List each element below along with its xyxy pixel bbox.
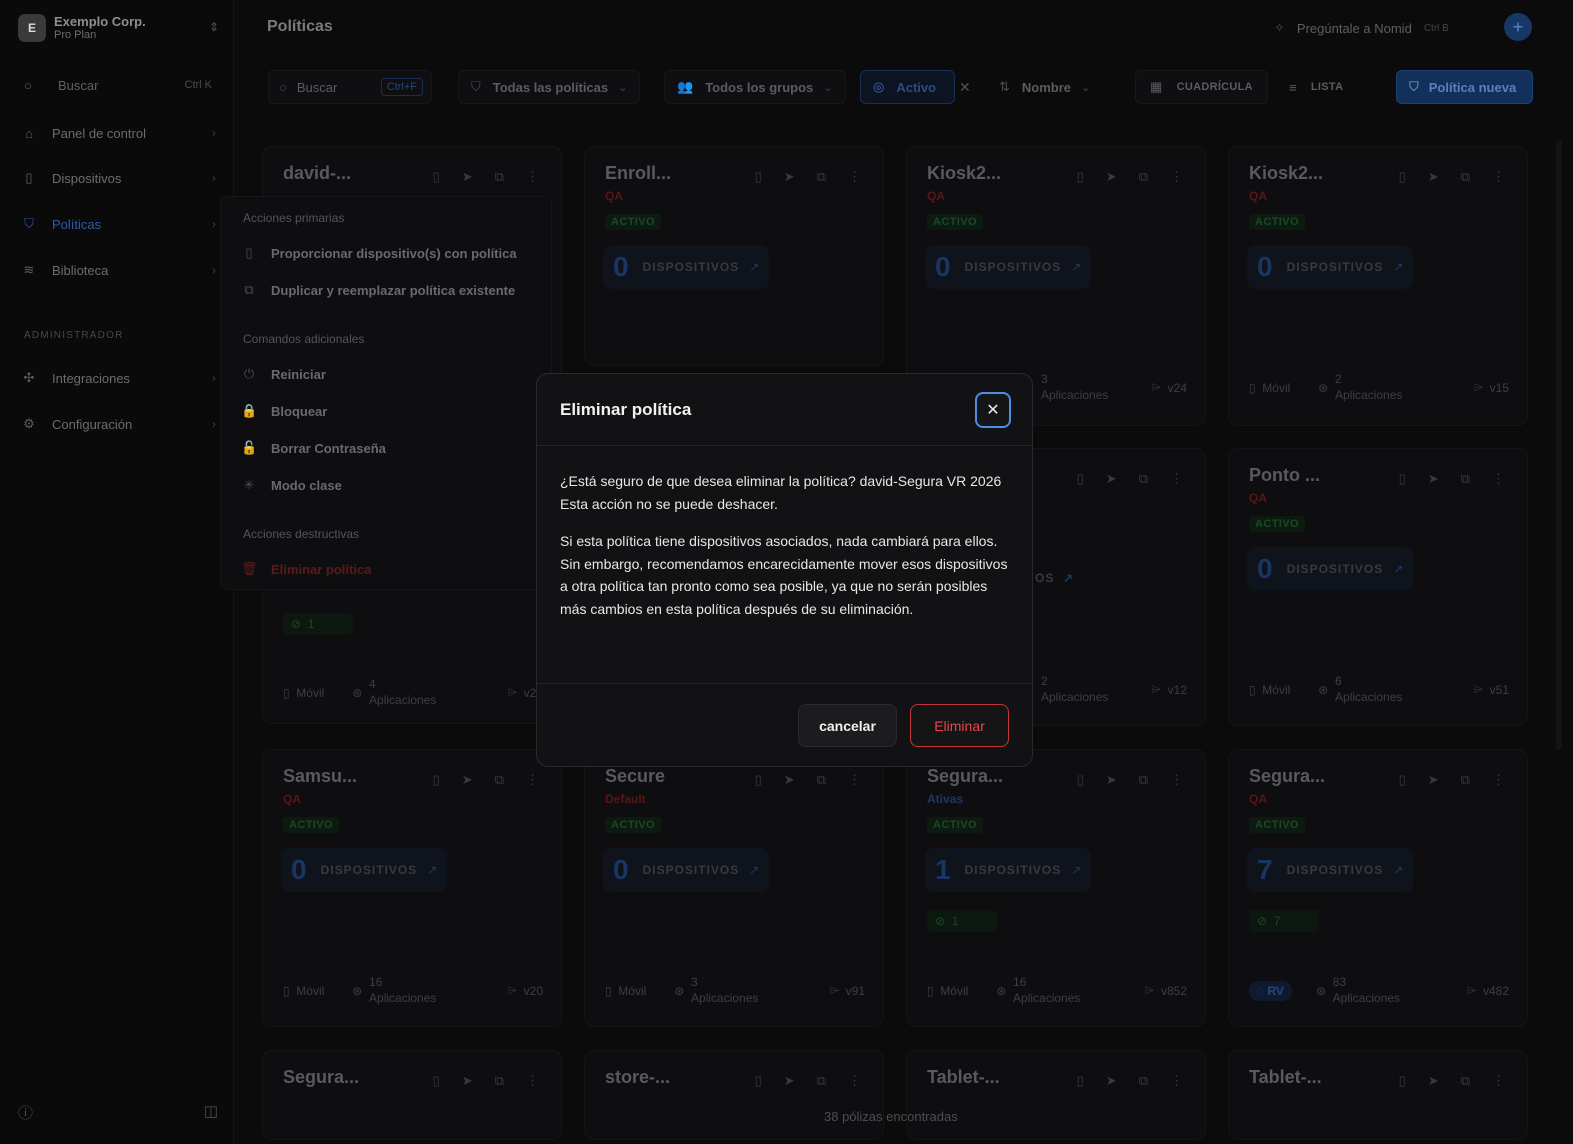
cancel-button[interactable]: cancelar bbox=[798, 704, 897, 747]
dialog-title: Eliminar política bbox=[560, 400, 692, 419]
dialog-body: ¿Está seguro de que desea eliminar la po… bbox=[560, 470, 1015, 620]
dialog-message: ¿Está seguro de que desea eliminar la po… bbox=[560, 473, 1002, 512]
app-root: E Exemplo Corp. Pro Plan ⇕ ○ Buscar Ctrl… bbox=[0, 0, 1573, 1144]
dialog-header: Eliminar política ✕ bbox=[537, 374, 1032, 446]
delete-policy-dialog: Eliminar política ✕ ¿Está seguro de que … bbox=[536, 373, 1033, 767]
delete-button[interactable]: Eliminar bbox=[910, 704, 1009, 747]
dialog-warning: Si esta política tiene dispositivos asoc… bbox=[560, 533, 1008, 617]
dialog-divider bbox=[537, 683, 1032, 684]
close-icon: ✕ bbox=[986, 402, 1000, 419]
close-button[interactable]: ✕ bbox=[975, 392, 1011, 428]
